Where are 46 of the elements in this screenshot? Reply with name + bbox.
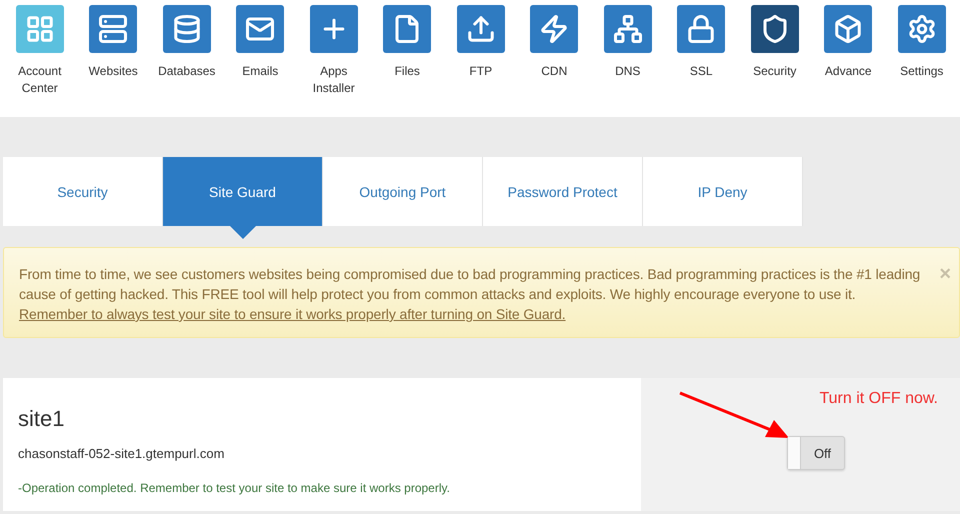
nav-tile[interactable]: [456, 5, 505, 53]
settings-icon: [906, 14, 937, 44]
nav-label: Websites: [88, 63, 139, 80]
tab[interactable]: Security: [3, 157, 163, 226]
nav-tile[interactable]: [16, 5, 64, 53]
nav-label: Databases: [157, 63, 216, 80]
upload-icon: [466, 14, 496, 44]
nav-label: DNS: [614, 63, 642, 80]
nav-label: Emails: [241, 63, 280, 80]
site-domain: chasonstaff-052-site1.gtempurl.com: [18, 446, 226, 461]
nav-tile[interactable]: [236, 5, 284, 53]
grid-icon: [24, 14, 55, 44]
tab[interactable]: Password Protect: [483, 157, 643, 226]
toggle-switch[interactable]: Off: [787, 436, 845, 470]
nav-label: Settings: [899, 63, 944, 80]
nav-tile[interactable]: [824, 5, 872, 53]
nav-tile[interactable]: [383, 5, 432, 53]
nav-tile[interactable]: [530, 5, 578, 53]
nav-label: FTP: [468, 63, 494, 80]
nav-label: Apps Installer: [312, 63, 356, 97]
tab[interactable]: Outgoing Port: [323, 157, 483, 226]
nav-tile[interactable]: [89, 5, 138, 53]
alert-link[interactable]: Remember to always test your site to ensure it works properly after turning on Site Guard.: [19, 304, 566, 324]
lightning-icon: [539, 14, 570, 44]
nav-tile[interactable]: [750, 5, 799, 53]
nav-tile[interactable]: [310, 5, 358, 53]
cube-icon: [833, 14, 864, 44]
nav-label: Account Center: [17, 63, 62, 97]
nav-tile[interactable]: [604, 5, 652, 53]
tab[interactable]: IP Deny: [643, 157, 803, 226]
nav-label: Advance: [824, 63, 873, 80]
server-icon: [98, 14, 128, 44]
nav-label: Security: [752, 63, 798, 80]
nav-tile[interactable]: [162, 5, 211, 53]
site-name: site1: [18, 406, 66, 432]
lock-icon: [686, 14, 716, 44]
sitemap-icon: [612, 14, 643, 44]
annotation-text: Turn it OFF now.: [819, 390, 938, 408]
nav-label: Files: [394, 63, 421, 80]
database-icon: [172, 14, 202, 44]
alert-text: From time to time, we see customers websites being compromised due to bad programming practices. Bad programming practices is the #1 leading cause of getting hacked. This FREE tool will help protect you from common attacks and exploits. We highly encourage everyone to use it.: [19, 265, 922, 304]
nav-label: CDN: [540, 63, 568, 80]
status-message: -Operation completed. Remember to test your site to make sure it works properly.: [18, 481, 451, 495]
nav-label: SSL: [688, 63, 714, 80]
nav-tile[interactable]: [677, 5, 726, 53]
nav-tile[interactable]: [898, 5, 946, 53]
